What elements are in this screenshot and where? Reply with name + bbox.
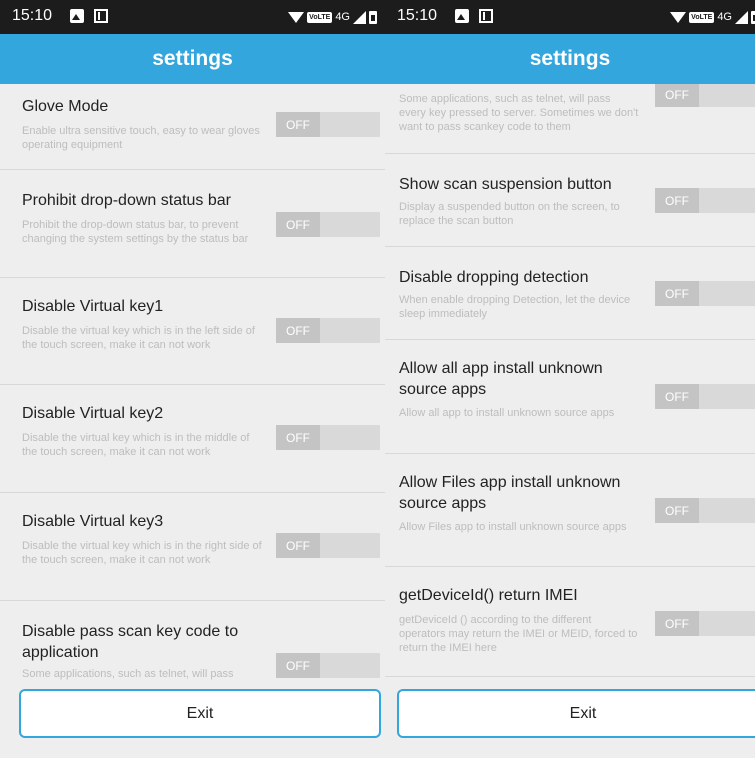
setting-description: Disable the virtual key which is in the …: [22, 540, 262, 566]
setting-row-files-app-unknown-source[interactable]: Allow Files app install unknown source a…: [385, 454, 755, 567]
setting-title: Glove Mode: [22, 98, 109, 115]
setting-description: getDeviceId () according to the differen…: [399, 614, 638, 654]
device-id-imei-toggle[interactable]: OFF: [655, 611, 755, 636]
files-app-unknown-source-toggle[interactable]: OFF: [655, 498, 755, 523]
setting-title: Disable Virtual key3: [22, 513, 164, 530]
setting-title: Disable Virtual key1: [22, 298, 164, 315]
toggle-state: OFF: [655, 384, 699, 409]
setting-row-virtual-key1[interactable]: Disable Virtual key1 Disable the virtual…: [0, 278, 385, 385]
wifi-icon: [670, 11, 687, 23]
virtual-key1-toggle[interactable]: OFF: [276, 318, 380, 343]
setting-description: Display a suspended button on the screen…: [399, 201, 620, 227]
status-bar: 15:10 VoLTE 4G: [385, 0, 755, 34]
pass-scan-key-toggle[interactable]: OFF: [276, 653, 380, 678]
toggle-state: OFF: [655, 84, 699, 107]
toggle-state: OFF: [276, 212, 320, 237]
setting-row-glove-mode[interactable]: Glove Mode Enable ultra sensitive touch,…: [0, 84, 385, 170]
settings-list[interactable]: Glove Mode Enable ultra sensitive touch,…: [0, 84, 385, 682]
toggle-state: OFF: [276, 425, 320, 450]
page-title: settings: [529, 47, 611, 70]
setting-row-all-app-unknown-source[interactable]: Allow all app install unknown source app…: [385, 340, 755, 454]
setting-row-scan-suspension[interactable]: Show scan suspension button Display a su…: [385, 154, 755, 247]
toggle-state: OFF: [276, 653, 320, 678]
app-bar: settings: [385, 34, 755, 84]
setting-description: Allow Files app to install unknown sourc…: [399, 521, 627, 533]
status-time: 15:10: [397, 7, 438, 24]
dropping-detection-toggle[interactable]: OFF: [655, 281, 755, 306]
volte-badge: VoLTE: [307, 11, 333, 23]
setting-title: Disable pass scan key code to applicatio…: [22, 623, 239, 661]
barcode-icon: [94, 9, 108, 23]
setting-row-pass-scan-key[interactable]: Disable pass scan key code to applicatio…: [0, 601, 385, 682]
gallery-icon: [455, 9, 469, 23]
volte-badge: VoLTE: [689, 11, 715, 23]
setting-row-pass-scan-key[interactable]: Some applications, such as telnet, will …: [385, 84, 755, 154]
phone-screen-left: 15:10 VoLTE 4G settings Glove Mode Enabl…: [0, 0, 385, 758]
network-type: 4G: [717, 11, 732, 23]
status-indicators: VoLTE 4G: [670, 9, 755, 25]
toggle-state: OFF: [276, 533, 320, 558]
signal-icon: [353, 10, 366, 24]
setting-title: Prohibit drop-down status bar: [22, 192, 231, 209]
setting-title: Allow Files app install unknown source a…: [399, 474, 621, 512]
setting-description: Disable the virtual key which is in the …: [22, 432, 250, 458]
barcode-icon: [479, 9, 493, 23]
setting-description: Allow all app to install unknown source …: [399, 407, 615, 419]
setting-title: Show scan suspension button: [399, 176, 612, 193]
toggle-state: OFF: [276, 112, 320, 137]
page-title: settings: [152, 47, 233, 70]
setting-description: Some applications, such as telnet, will …: [399, 93, 639, 133]
setting-description: Disable the virtual key which is in the …: [22, 325, 255, 351]
setting-description: Some applications, such as telnet, will …: [22, 668, 234, 680]
status-bar-toggle[interactable]: OFF: [276, 212, 380, 237]
setting-title: Disable Virtual key2: [22, 405, 164, 422]
setting-title: getDeviceId() return IMEI: [399, 587, 578, 604]
glove-mode-toggle[interactable]: OFF: [276, 112, 380, 137]
setting-title: Allow all app install unknown source app…: [399, 360, 603, 398]
status-time: 15:10: [12, 7, 53, 24]
setting-description: Prohibit the drop-down status bar, to pr…: [22, 219, 249, 245]
toggle-state: OFF: [655, 498, 699, 523]
all-app-unknown-source-toggle[interactable]: OFF: [655, 384, 755, 409]
phone-screen-right: 15:10 VoLTE 4G settings Some application…: [385, 0, 755, 758]
exit-button[interactable]: Exit: [19, 689, 381, 738]
status-bar: 15:10 VoLTE 4G: [0, 0, 385, 34]
toggle-state: OFF: [276, 318, 320, 343]
settings-list[interactable]: Some applications, such as telnet, will …: [385, 84, 755, 682]
setting-row-dropping-detection[interactable]: Disable dropping detection When enable d…: [385, 247, 755, 340]
battery-icon: [751, 10, 755, 24]
status-indicators: VoLTE 4G: [288, 9, 377, 25]
setting-row-virtual-key2[interactable]: Disable Virtual key2 Disable the virtual…: [0, 385, 385, 493]
setting-row-virtual-key3[interactable]: Disable Virtual key3 Disable the virtual…: [0, 493, 385, 601]
battery-icon: [369, 10, 377, 24]
scan-suspension-toggle[interactable]: OFF: [655, 188, 755, 213]
toggle-state: OFF: [655, 281, 699, 306]
gallery-icon: [70, 9, 84, 23]
toggle-state: OFF: [655, 611, 699, 636]
wifi-icon: [288, 11, 305, 23]
toggle-state: OFF: [655, 188, 699, 213]
virtual-key2-toggle[interactable]: OFF: [276, 425, 380, 450]
setting-description: When enable dropping Detection, let the …: [399, 294, 631, 320]
setting-description: Enable ultra sensitive touch, easy to we…: [22, 125, 260, 151]
setting-row-status-bar[interactable]: Prohibit drop-down status bar Prohibit t…: [0, 170, 385, 278]
network-type: 4G: [335, 11, 350, 23]
exit-button[interactable]: Exit: [397, 689, 755, 738]
setting-row-device-id-imei[interactable]: getDeviceId() return IMEI getDeviceId ()…: [385, 567, 755, 677]
setting-title: Disable dropping detection: [399, 269, 589, 286]
signal-icon: [735, 10, 748, 24]
app-bar: settings: [0, 34, 385, 84]
pass-scan-key-toggle[interactable]: OFF: [655, 84, 755, 107]
virtual-key3-toggle[interactable]: OFF: [276, 533, 380, 558]
